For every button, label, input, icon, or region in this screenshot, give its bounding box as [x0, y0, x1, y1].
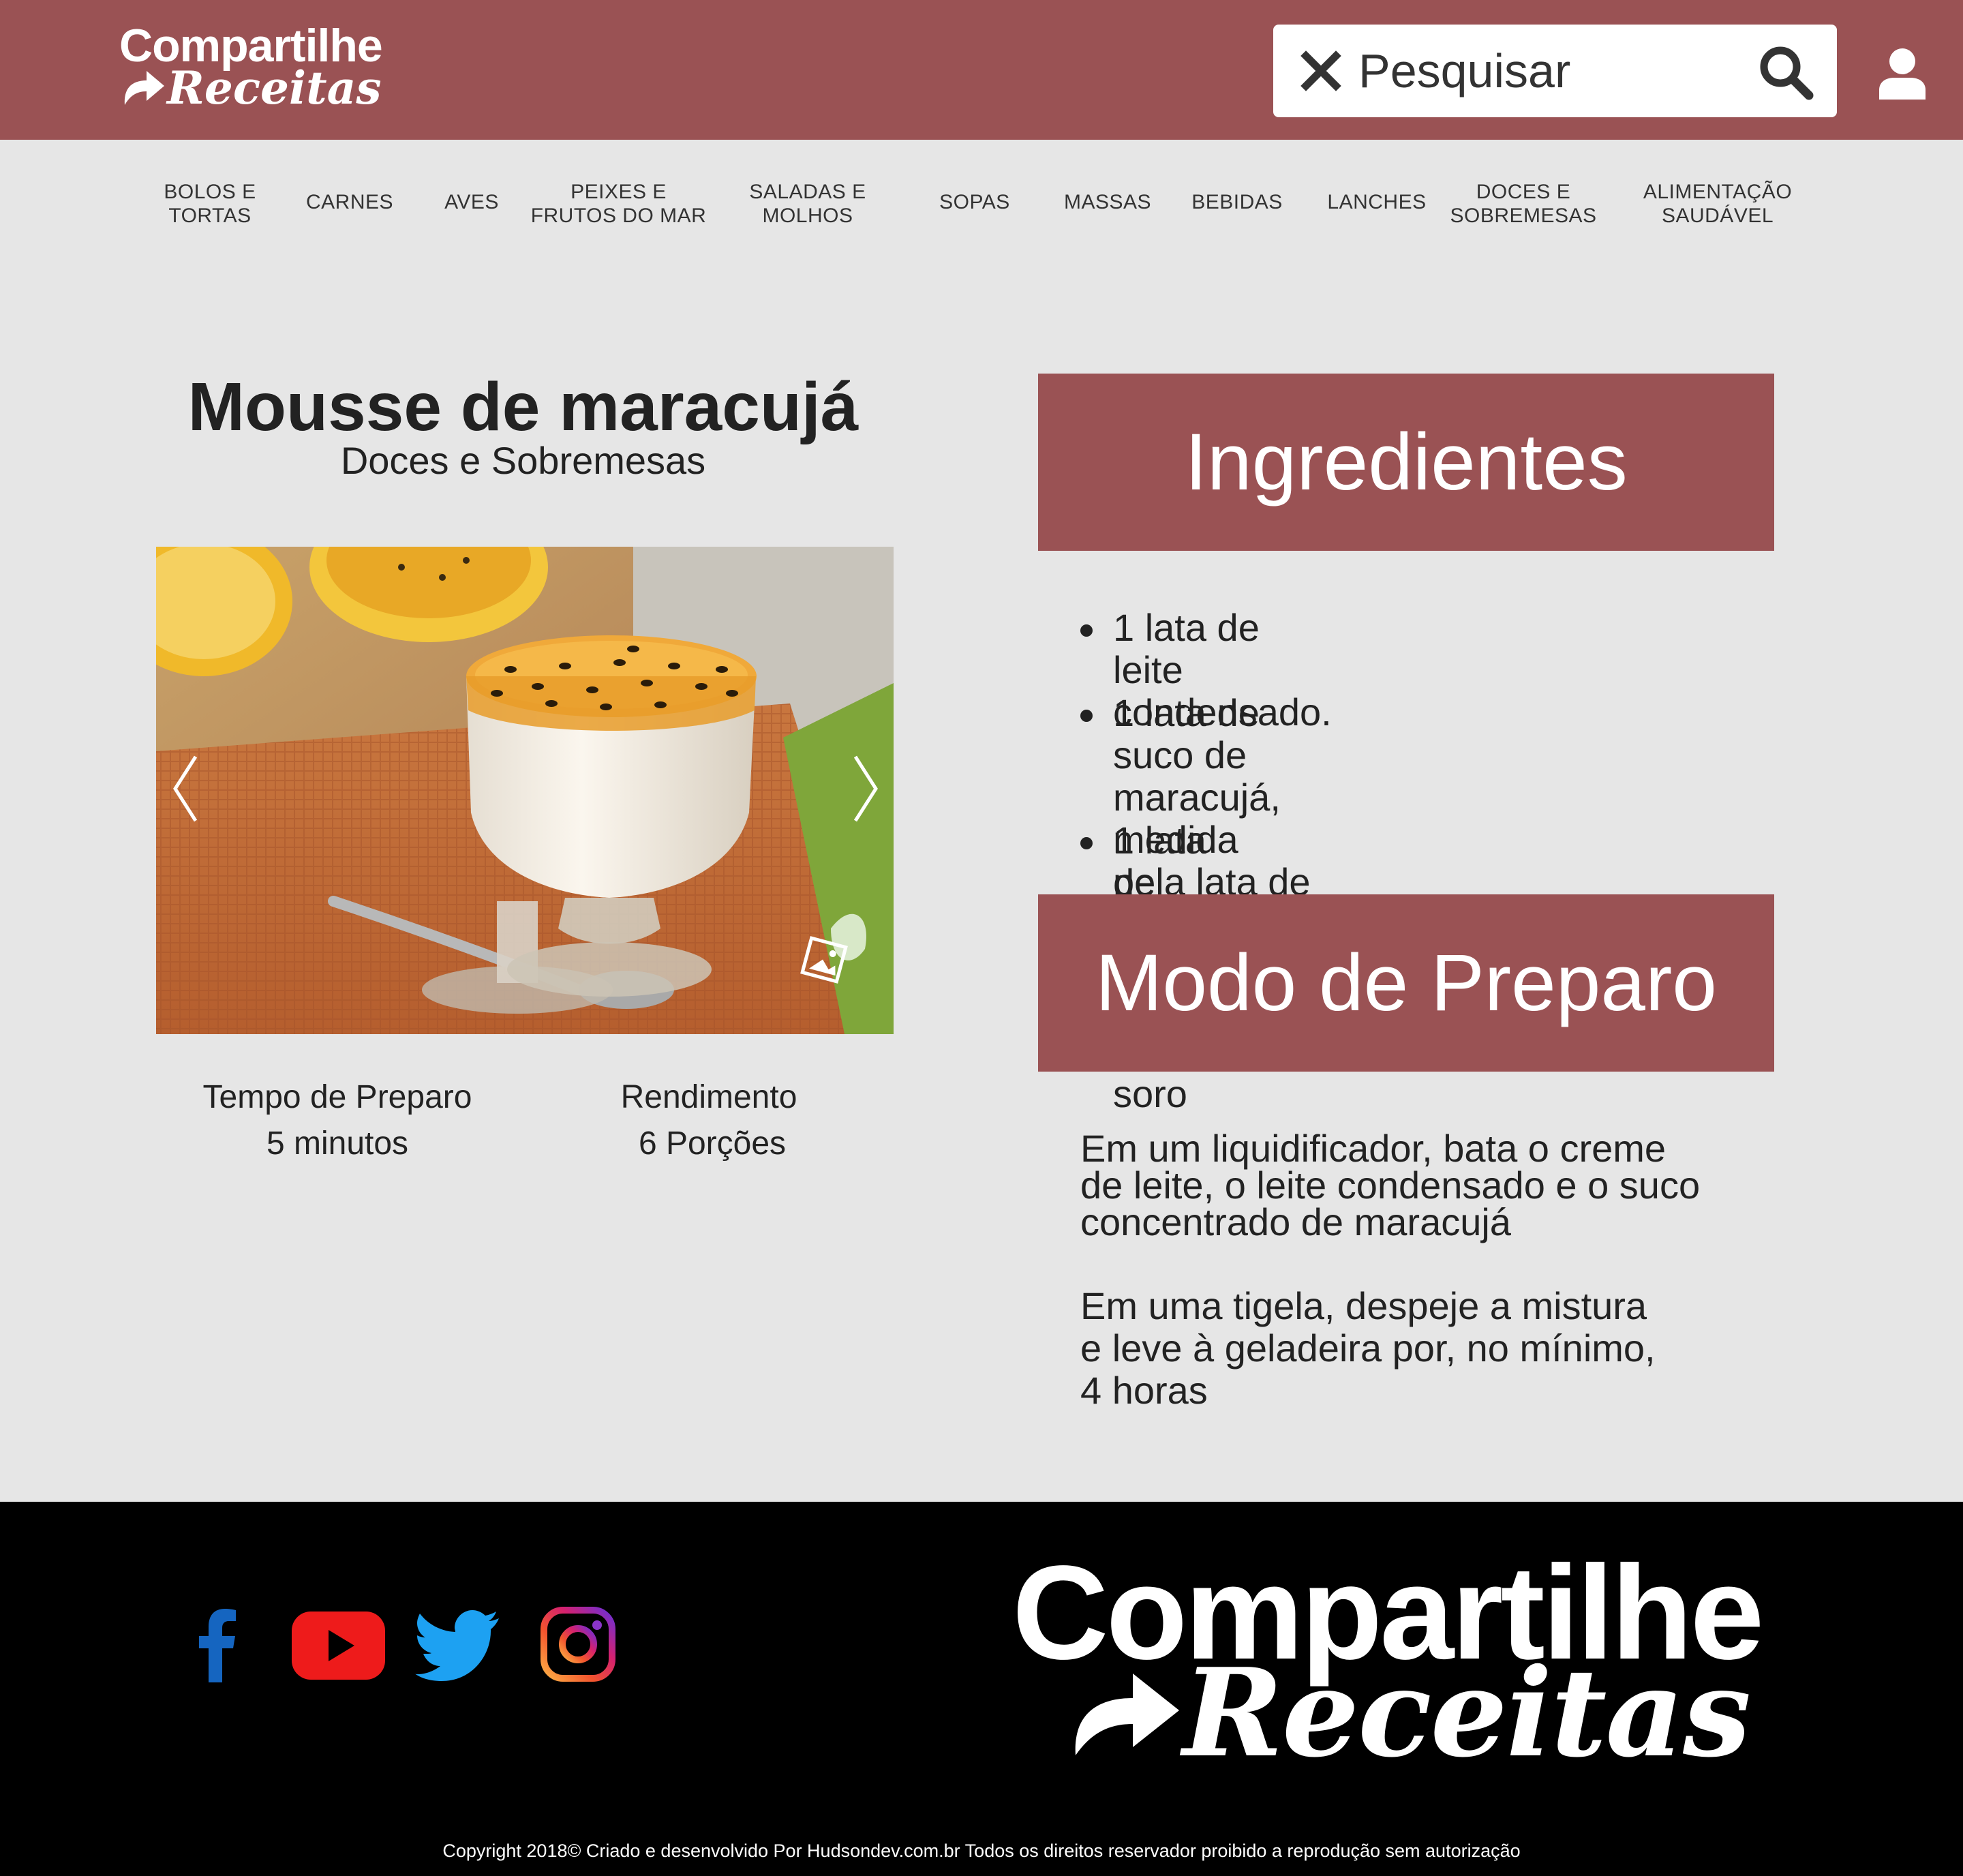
nav-item-peixes[interactable]: PEIXES E FRUTOS DO MAR	[528, 180, 709, 228]
preparation-step: Em um liquidificador, bata o creme de le…	[1080, 1127, 1701, 1243]
instagram-icon[interactable]	[540, 1606, 616, 1682]
preparation-heading: Modo de Preparo	[1038, 894, 1774, 1072]
yield-label: Rendimento	[620, 1079, 797, 1115]
yield-value: 6 Porções	[638, 1125, 787, 1162]
preparation-step: Em uma tigela, despeje a mistura e leve …	[1080, 1284, 1656, 1412]
prep-time-value: 5 minutos	[266, 1125, 409, 1162]
nav-item-massas[interactable]: MASSAS	[1053, 190, 1162, 214]
copyright-text: Copyright 2018© Criado e desenvolvido Po…	[442, 1841, 1521, 1861]
ingredients-heading: Ingredientes	[1038, 374, 1774, 551]
share-arrow-icon	[124, 71, 164, 105]
recipe-category: Doces e Sobremesas	[340, 439, 706, 482]
nav-item-bebidas[interactable]: BEBIDAS	[1183, 190, 1292, 214]
share-arrow-icon	[1075, 1674, 1179, 1755]
search-icon[interactable]	[1757, 44, 1814, 101]
footer-logo[interactable]: Compartilhe Receitas	[1012, 1536, 1764, 1784]
nav-item-alimentacao[interactable]: ALIMENTAÇÃO SAUDÁVEL	[1629, 180, 1806, 228]
search-box	[1273, 25, 1837, 117]
nav-item-aves[interactable]: AVES	[431, 190, 513, 214]
nav-item-doces[interactable]: DOCES E SOBREMESAS	[1445, 180, 1602, 228]
prep-time-label: Tempo de Preparo	[202, 1079, 472, 1115]
header: Compartilhe Receitas	[0, 0, 1963, 140]
nav-item-saladas[interactable]: SALADAS E MOLHOS	[736, 180, 879, 228]
close-icon[interactable]	[1294, 44, 1348, 98]
nav-item-carnes[interactable]: CARNES	[292, 190, 408, 214]
chevron-right-icon[interactable]	[844, 751, 885, 826]
twitter-icon[interactable]	[414, 1610, 500, 1681]
user-icon[interactable]	[1878, 48, 1927, 100]
nav-item-sopas[interactable]: SOPAS	[927, 190, 1022, 214]
youtube-icon[interactable]	[292, 1612, 385, 1680]
nav-item-lanches[interactable]: LANCHES	[1319, 190, 1435, 214]
bullet	[1080, 837, 1093, 849]
image-carousel	[156, 547, 894, 1034]
chevron-left-icon[interactable]	[166, 751, 207, 826]
footer-logo-line2: Receitas	[1183, 1642, 1751, 1784]
recipe-title: Mousse de maracujá	[187, 369, 859, 445]
nav-item-bolos-tortas[interactable]: BOLOS E TORTAS	[155, 180, 264, 228]
search-input[interactable]	[1358, 44, 1740, 98]
recipe-photo	[156, 547, 894, 1034]
image-icon	[800, 936, 848, 984]
bullet	[1080, 624, 1093, 637]
facebook-icon[interactable]	[198, 1609, 239, 1682]
logo-line2: Receitas	[167, 61, 382, 115]
bullet	[1080, 710, 1093, 722]
logo[interactable]: Compartilhe Receitas	[119, 19, 392, 115]
